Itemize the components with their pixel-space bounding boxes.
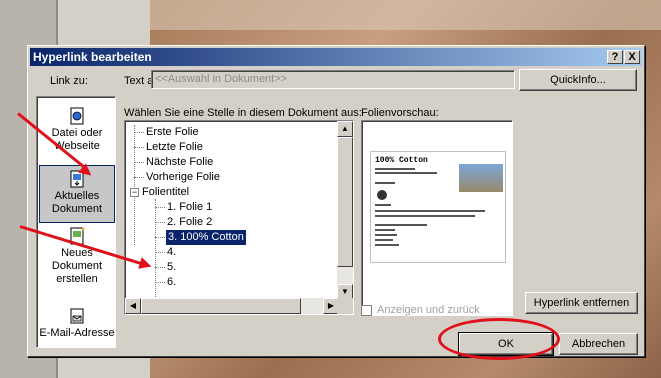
hyperlink-dialog: Hyperlink bearbeiten ? X Link zu: Text a…	[27, 45, 645, 357]
text-display-input[interactable]: <<Auswahl in Dokument>>	[151, 70, 515, 89]
document-location-tree[interactable]: − Erste Folie Letzte Folie Nächste Folie…	[124, 120, 354, 315]
vertical-scroll-thumb[interactable]	[337, 137, 353, 267]
tree-item-slide-2[interactable]: 2. Folie 2	[167, 215, 212, 230]
link-target-label: Dokument	[51, 203, 103, 215]
show-and-back-label: Anzeigen und zurück	[377, 304, 480, 316]
link-target-file-web[interactable]: Datei oder Webseite	[39, 107, 115, 153]
cancel-button[interactable]: Abbrechen	[559, 333, 638, 355]
link-target-label: E-Mail-Adresse	[39, 327, 115, 339]
background-photo-highlight	[150, 0, 661, 30]
tree-item-slide-4[interactable]: 4.	[167, 245, 176, 260]
quickinfo-button[interactable]: QuickInfo...	[519, 69, 637, 91]
file-web-icon	[70, 107, 84, 125]
close-button[interactable]: X	[624, 50, 640, 64]
slide-bullet-graphic	[377, 190, 387, 200]
cotton-photo	[459, 164, 503, 192]
collapse-icon[interactable]: −	[130, 188, 139, 197]
slide-preview-title: 100% Cotton	[375, 156, 428, 165]
tree-item-slide-1[interactable]: 1. Folie 1	[167, 200, 212, 215]
show-and-back-checkbox[interactable]	[361, 305, 372, 316]
link-to-bar: Datei oder Webseite Aktuelles Dokument N…	[36, 96, 116, 348]
help-button[interactable]: ?	[607, 50, 623, 64]
link-target-current-document[interactable]: Aktuelles Dokument	[39, 165, 115, 223]
tree-item-slide-3[interactable]: 3. 100% Cotton	[165, 229, 247, 246]
link-target-label: erstellen	[56, 273, 98, 285]
tree-item-slide-6[interactable]: 6.	[167, 275, 176, 290]
choose-location-label: Wählen Sie eine Stelle in diesem Dokumen…	[124, 107, 362, 119]
tree-item-first-slide[interactable]: Erste Folie	[146, 125, 199, 140]
dialog-titlebar[interactable]: Hyperlink bearbeiten ? X	[30, 48, 642, 66]
slide-thumbnail: 100% Cotton	[370, 151, 506, 263]
tree-item-slide-titles[interactable]: Folientitel	[142, 185, 189, 200]
email-icon	[70, 308, 84, 324]
link-target-label: Aktuelles	[54, 190, 100, 202]
scroll-up-icon[interactable]: ▲	[337, 121, 353, 137]
tree-vertical-scrollbar[interactable]: ▲ ▼	[337, 121, 353, 300]
link-target-label: Datei oder	[51, 127, 103, 139]
link-target-label: Dokument	[51, 260, 103, 272]
link-target-email[interactable]: E-Mail-Adresse	[39, 307, 115, 340]
tree-item-slide-5[interactable]: 5.	[167, 260, 176, 275]
tree-item-last-slide[interactable]: Letzte Folie	[146, 140, 203, 155]
remove-hyperlink-button[interactable]: Hyperlink entfernen	[525, 292, 638, 314]
preview-label: Folienvorschau:	[361, 107, 439, 119]
ok-highlight-circle	[438, 318, 560, 360]
dialog-title: Hyperlink bearbeiten	[33, 50, 152, 64]
slide-preview-pane: 100% Cotton	[361, 120, 513, 316]
horizontal-scroll-thumb[interactable]	[141, 298, 301, 314]
tree-item-next-slide[interactable]: Nächste Folie	[146, 155, 213, 170]
tree-horizontal-scrollbar[interactable]: ◀ ▶	[125, 298, 339, 314]
scroll-corner	[337, 298, 353, 314]
scroll-left-icon[interactable]: ◀	[125, 298, 141, 314]
tree-item-previous-slide[interactable]: Vorherige Folie	[146, 170, 220, 185]
link-to-label: Link zu:	[50, 75, 88, 87]
